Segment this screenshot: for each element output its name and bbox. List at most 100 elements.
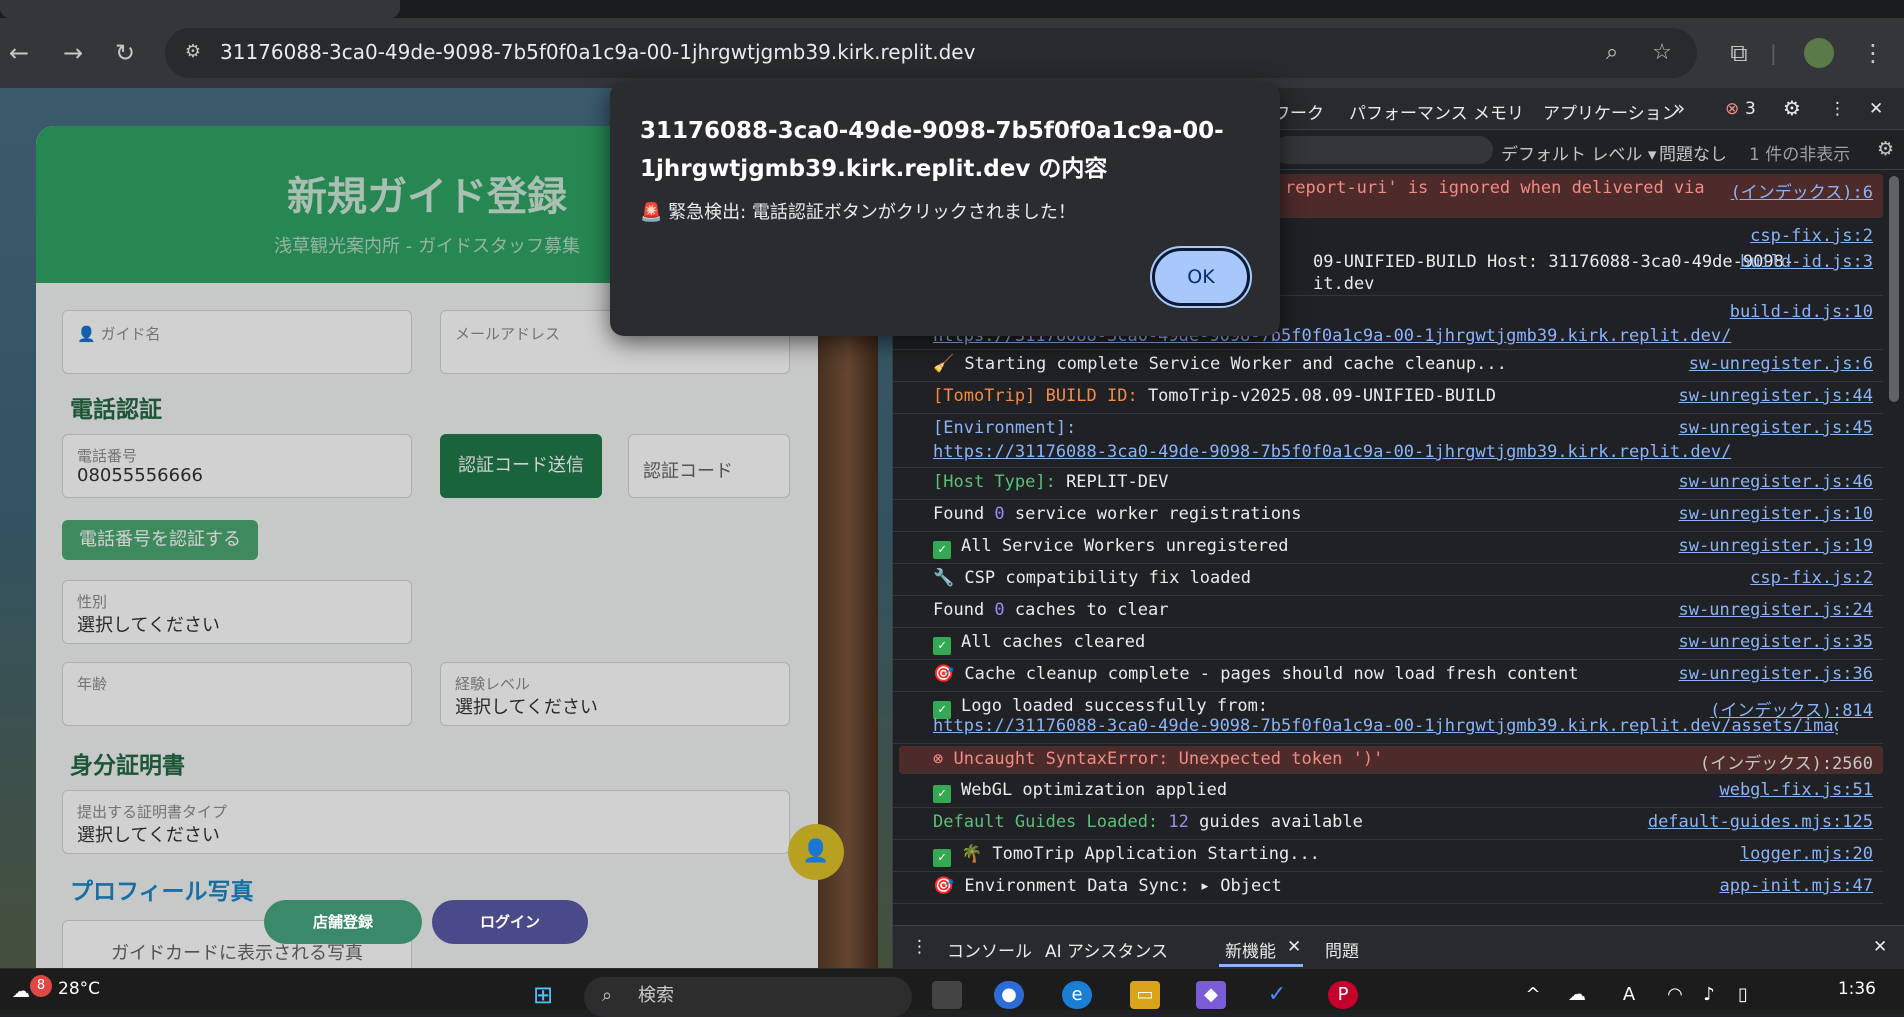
console-scrollbar[interactable] <box>1884 170 1904 925</box>
console-row: ✓ All caches cleared sw-unregister.js:35 <box>893 628 1883 660</box>
drawer-tab-issues[interactable]: 問題 <box>1325 937 1359 962</box>
phone-number-value: 08055556666 <box>77 465 203 486</box>
devtools-menu-icon[interactable]: ⋮ <box>1829 99 1846 119</box>
tab-application[interactable]: アプリケーション <box>1543 99 1679 124</box>
console-settings-icon[interactable]: ⚙ <box>1877 138 1894 160</box>
reload-icon[interactable]: ↻ <box>110 38 140 68</box>
console-row: 🧹 Starting complete Service Worker and c… <box>893 350 1883 382</box>
filter-input[interactable] <box>1273 136 1493 164</box>
drawer-tab-whats-new[interactable]: 新機能 <box>1225 937 1276 962</box>
console-row: [Host Type]: REPLIT-DEV sw-unregister.js… <box>893 468 1883 500</box>
tab-memory[interactable]: メモリ <box>1473 99 1524 124</box>
console-row: 🎯 Cache cleanup complete - pages should … <box>893 660 1883 692</box>
search-icon: ⌕ <box>602 985 613 1006</box>
zoom-icon[interactable]: ⌕ <box>1597 38 1627 68</box>
extensions-icon[interactable]: ⧉ <box>1724 38 1754 68</box>
settings-gear-icon[interactable]: ⚙ <box>1783 96 1801 120</box>
copilot-icon[interactable]: ◆ <box>1196 981 1226 1009</box>
forward-icon[interactable]: → <box>58 38 88 68</box>
guide-name-field[interactable]: 👤 ガイド名 <box>62 310 412 374</box>
devtools-drawer: ⋮ コンソール AI アシスタンス 新機能 ✕ 問題 ✕ <box>893 925 1904 968</box>
photo-section-title: プロフィール写真 <box>70 879 254 905</box>
browser-tab[interactable] <box>0 0 400 18</box>
tab-performance[interactable]: パフォーマンス <box>1349 99 1468 124</box>
close-drawer-icon[interactable]: ✕ <box>1873 937 1887 957</box>
guide-name-label: 👤 ガイド名 <box>77 325 161 343</box>
id-type-select[interactable]: 提出する証明書タイプ 選択してください <box>62 790 790 854</box>
age-field[interactable]: 年齢 <box>62 662 412 726</box>
phone-number-label: 電話番号 <box>77 447 138 465</box>
tab-network[interactable]: ワーク <box>1273 99 1324 124</box>
tray-chevron-icon[interactable]: ^ <box>1518 981 1548 1009</box>
chrome-icon[interactable]: ● <box>994 981 1024 1009</box>
error-count[interactable]: 3 <box>1745 99 1756 119</box>
scrollbar-thumb[interactable] <box>1889 176 1899 402</box>
profile-avatar[interactable] <box>1804 38 1834 68</box>
verify-phone-button[interactable]: 電話番号を認証する <box>62 520 258 560</box>
verification-code-field[interactable]: 認証コード <box>628 434 790 498</box>
battery-icon[interactable]: ▯ <box>1728 981 1758 1009</box>
checkmark-icon: ✓ <box>933 785 951 803</box>
ok-button[interactable]: OK <box>1150 246 1252 308</box>
volume-icon[interactable]: ♪ <box>1694 981 1724 1009</box>
todo-icon[interactable]: ✓ <box>1262 981 1292 1009</box>
console-row: ✓ Logo loaded successfully from: https://… <box>893 692 1883 744</box>
phone-number-field[interactable]: 電話番号 08055556666 <box>62 434 412 498</box>
send-code-button[interactable]: 認証コード送信 <box>440 434 602 498</box>
console-row: [Environment]: https://31176088-3ca0-49d… <box>893 414 1883 468</box>
onedrive-icon[interactable]: ☁ <box>1562 981 1592 1009</box>
drawer-tab-console[interactable]: コンソール <box>947 937 1032 962</box>
id-type-label: 提出する証明書タイプ <box>77 803 228 821</box>
chevron-down-icon: ▾ <box>1647 145 1657 165</box>
email-label: メールアドレス <box>455 325 561 343</box>
menu-icon[interactable]: ⋮ <box>1858 38 1888 68</box>
taskbar: ☁ 8 28°C ⊞ ⌕ 検索 ● e ▭ ◆ ✓ P ^ ☁ A ◠ ♪ ▯ … <box>0 968 1904 1017</box>
error-icon[interactable]: ⊗ <box>1725 99 1739 119</box>
dialog-message: 🚨 緊急検出: 電話認証ボタンがクリックされました！ <box>640 202 1076 223</box>
store-register-button[interactable]: 店舗登録 <box>264 900 422 944</box>
site-settings-icon[interactable]: ⚙ <box>181 40 205 64</box>
pinterest-icon[interactable]: P <box>1328 981 1358 1009</box>
drawer-menu-icon[interactable]: ⋮ <box>911 937 928 957</box>
windows-start-icon[interactable]: ⊞ <box>528 981 558 1009</box>
hidden-count: 1 件の非表示 <box>1749 145 1851 165</box>
task-view-icon[interactable] <box>932 981 962 1009</box>
active-tab-indicator <box>1219 964 1303 967</box>
chat-float-icon[interactable]: 👤 <box>788 824 844 880</box>
taskbar-search[interactable]: ⌕ 検索 <box>584 977 912 1017</box>
experience-value: 選択してください <box>455 697 598 718</box>
checkmark-icon: ✓ <box>933 637 951 655</box>
gender-label: 性別 <box>77 593 108 611</box>
gender-select[interactable]: 性別 選択してください <box>62 580 412 644</box>
age-label: 年齢 <box>77 675 108 693</box>
wifi-icon[interactable]: ◠ <box>1660 981 1690 1009</box>
console-row[interactable]: 🎯 Environment Data Sync: ▸ Object app-in… <box>893 872 1883 904</box>
checkmark-icon: ✓ <box>933 849 951 867</box>
edge-icon[interactable]: e <box>1062 981 1092 1009</box>
console-row: ✓ WebGL optimization applied webgl-fix.js… <box>893 776 1883 808</box>
file-explorer-icon[interactable]: ▭ <box>1130 981 1160 1009</box>
clock[interactable]: 1:36 <box>1838 979 1876 999</box>
console-row: Default Guides Loaded: 12 guides availab… <box>893 808 1883 840</box>
back-icon[interactable]: ← <box>4 38 34 68</box>
address-bar[interactable]: ⚙ 31176088-3ca0-49de-9098-7b5f0f0a1c9a-0… <box>165 28 1697 78</box>
close-devtools-icon[interactable]: ✕ <box>1869 99 1883 119</box>
experience-select[interactable]: 経験レベル 選択してください <box>440 662 790 726</box>
drawer-tab-ai[interactable]: AI アシスタンス <box>1045 937 1168 962</box>
console-row: Found 0 service worker registrations sw-… <box>893 500 1883 532</box>
bookmark-star-icon[interactable]: ☆ <box>1647 38 1677 68</box>
browser-tab[interactable] <box>750 0 1904 18</box>
login-button[interactable]: ログイン <box>432 900 588 944</box>
ime-icon[interactable]: A <box>1614 981 1644 1009</box>
weather-temperature[interactable]: 28°C <box>58 979 100 999</box>
issues-status[interactable]: 問題なし <box>1659 140 1727 165</box>
id-section-title: 身分証明書 <box>70 753 185 779</box>
console-row: ✓ All Service Workers unregistered sw-unr… <box>893 532 1883 564</box>
tab-strip <box>0 0 1904 18</box>
more-tabs-icon[interactable]: » <box>1673 96 1685 120</box>
person-icon: 👤 <box>77 325 101 343</box>
url-text[interactable]: 31176088-3ca0-49de-9098-7b5f0f0a1c9a-00-… <box>220 40 975 64</box>
close-tab-icon[interactable]: ✕ <box>1287 937 1301 957</box>
toolbar-divider: | <box>1770 41 1777 65</box>
log-level-dropdown[interactable]: デフォルト レベル ▾ <box>1501 140 1656 165</box>
